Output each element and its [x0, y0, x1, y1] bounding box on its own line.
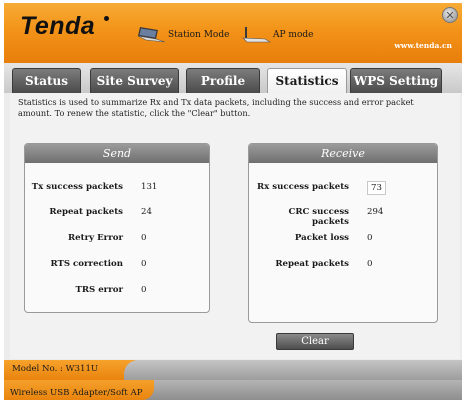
send-label: Retry Error [68, 233, 123, 243]
app-window: Tenda Station Mode AP mode www.tenda.cn … [4, 3, 462, 400]
statistics-page: Statistics is used to summarize Rx and T… [10, 93, 460, 359]
footer-model-bar: Model No. : W311U [4, 360, 462, 380]
send-value: 24 [141, 207, 152, 217]
receive-value: 0 [367, 233, 373, 243]
footer-product-bar: Wireless USB Adapter/Soft AP [4, 380, 462, 400]
website-link[interactable]: www.tenda.cn [394, 41, 452, 50]
send-value: 0 [141, 285, 147, 295]
tab-profile[interactable]: Profile [186, 68, 260, 93]
send-label: Repeat packets [49, 207, 123, 217]
tab-status[interactable]: Status [12, 68, 81, 93]
send-value: 131 [141, 182, 158, 192]
receive-value: 73 [367, 181, 386, 195]
receive-value: 0 [367, 259, 373, 269]
tenda-logo: Tenda [20, 12, 96, 40]
send-panel: Send Tx success packets 131 Repeat packe… [24, 143, 210, 313]
receive-label: CRC success packets [288, 207, 349, 227]
tab-wps-setting[interactable]: WPS Setting [350, 68, 442, 93]
tab-statistics[interactable]: Statistics [267, 68, 347, 93]
statistics-description: Statistics is used to summarize Rx and T… [18, 97, 414, 118]
receive-panel: Receive Rx success packets 73 CRC succes… [248, 143, 438, 323]
model-number: Model No. : W311U [12, 364, 99, 374]
send-label: Tx success packets [31, 182, 123, 192]
send-panel-title: Send [25, 144, 209, 163]
send-label: RTS correction [50, 259, 123, 269]
receive-label: Packet loss [294, 233, 349, 243]
logo-dot [104, 16, 109, 21]
ap-mode-label: AP mode [273, 30, 314, 40]
station-mode-label: Station Mode [168, 30, 230, 40]
product-name: Wireless USB Adapter/Soft AP [10, 388, 143, 398]
close-icon[interactable]: ✕ [442, 7, 458, 23]
receive-label: Rx success packets [257, 182, 349, 192]
clear-button[interactable]: Clear [276, 333, 354, 350]
send-value: 0 [141, 259, 147, 269]
tab-site-survey[interactable]: Site Survey [90, 68, 179, 93]
laptop-icon [136, 26, 166, 44]
tab-bar: Status Site Survey Profile Statistics WP… [4, 63, 462, 93]
receive-label: Repeat packets [275, 259, 349, 269]
header-banner: Tenda Station Mode AP mode www.tenda.cn … [4, 3, 462, 63]
station-mode-option[interactable]: Station Mode [136, 26, 229, 44]
receive-panel-title: Receive [249, 144, 437, 163]
receive-value: 294 [367, 207, 384, 217]
ap-mode-option[interactable]: AP mode [241, 26, 313, 44]
send-value: 0 [141, 233, 147, 243]
laptop-icon [241, 26, 271, 44]
send-label: TRS error [75, 285, 123, 295]
